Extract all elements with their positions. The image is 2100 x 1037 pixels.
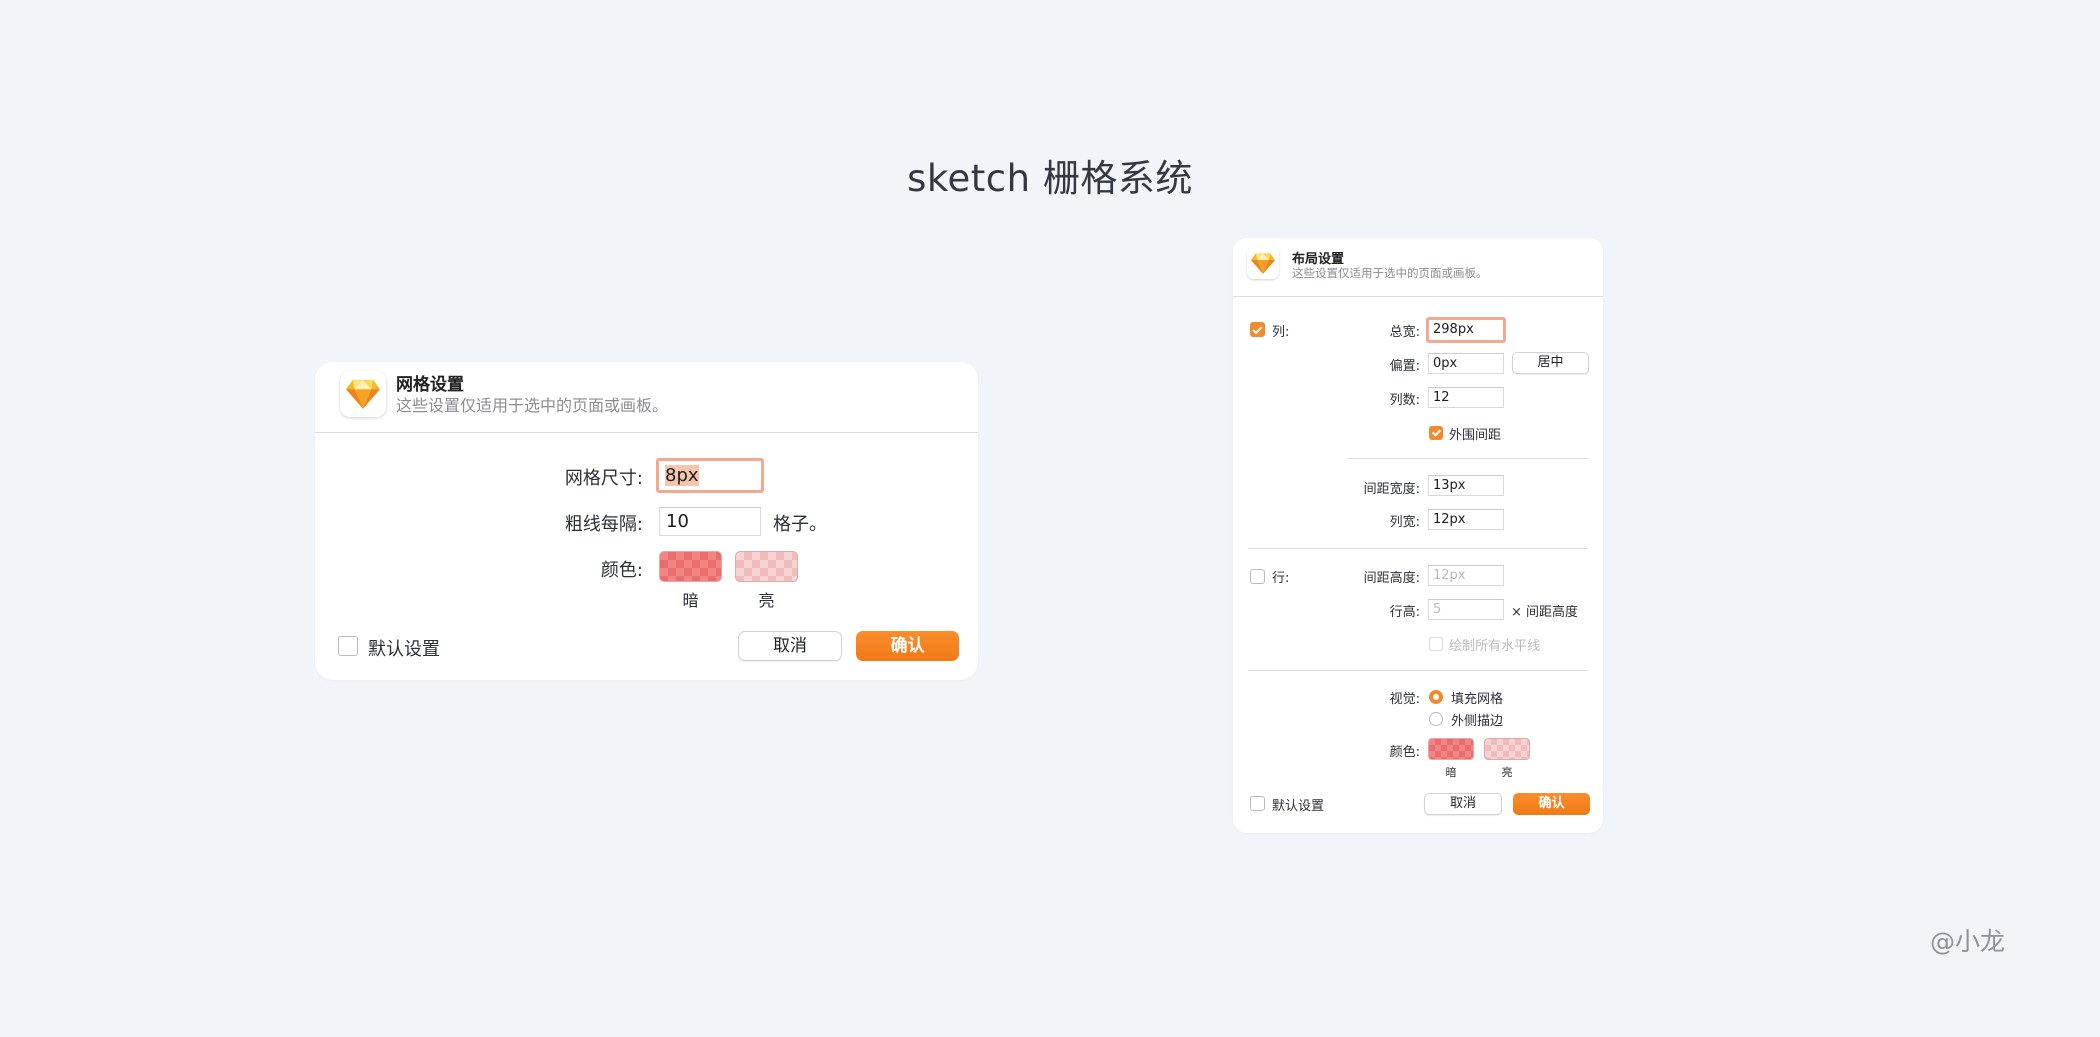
grid-size-label: 网格尺寸: xyxy=(564,468,643,489)
dark-color-caption: 暗 xyxy=(1445,766,1457,779)
draw-all-lines-checkbox[interactable] xyxy=(1429,637,1443,651)
dialog-subtitle: 这些设置仅适用于选中的页面或画板。 xyxy=(396,396,669,415)
thick-lines-suffix: 格子。 xyxy=(773,514,827,535)
default-settings-label: 默认设置 xyxy=(368,639,440,660)
row-height-label: 行高: xyxy=(1389,605,1420,620)
center-button[interactable]: 居中 xyxy=(1512,352,1589,374)
sketch-diamond-icon xyxy=(1247,247,1279,279)
light-color-swatch[interactable] xyxy=(1484,738,1530,760)
page-title: sketch 栅格系统 xyxy=(907,157,1193,200)
default-settings-label: 默认设置 xyxy=(1272,799,1325,814)
light-color-caption: 亮 xyxy=(1501,766,1513,779)
thick-lines-input[interactable]: 10 xyxy=(659,507,761,536)
section-divider xyxy=(1248,548,1588,549)
column-count-label: 列数: xyxy=(1389,393,1420,408)
dark-color-swatch[interactable] xyxy=(1428,738,1474,760)
thick-lines-label: 粗线每隔: xyxy=(564,514,643,535)
rows-label: 行: xyxy=(1272,571,1290,586)
header-divider xyxy=(1233,296,1603,297)
light-color-caption: 亮 xyxy=(758,591,775,610)
fill-grid-label: 填充网格 xyxy=(1451,692,1504,707)
outer-gutter-checkbox[interactable] xyxy=(1429,426,1443,440)
visual-label: 视觉: xyxy=(1389,692,1420,707)
outline-radio[interactable] xyxy=(1429,712,1443,726)
columns-divider xyxy=(1348,458,1588,459)
draw-all-lines-label: 绘制所有水平线 xyxy=(1449,639,1541,654)
layout-settings-dialog: 布局设置 这些设置仅适用于选中的页面或画板。 列: 总宽: 298px 偏置: … xyxy=(1233,238,1603,833)
row-height-suffix: × 间距高度 xyxy=(1511,605,1579,620)
default-settings-checkbox[interactable] xyxy=(1250,796,1265,811)
grid-color-label: 颜色: xyxy=(600,560,643,581)
row-height-input[interactable]: 5 xyxy=(1428,599,1504,620)
total-width-label: 总宽: xyxy=(1389,325,1420,340)
outer-gutter-label: 外围间距 xyxy=(1449,428,1502,443)
cancel-button[interactable]: 取消 xyxy=(738,631,842,661)
outline-label: 外侧描边 xyxy=(1451,714,1504,729)
section-divider xyxy=(1248,670,1588,671)
offset-input[interactable]: 0px xyxy=(1428,353,1504,374)
column-width-input[interactable]: 12px xyxy=(1428,509,1504,530)
column-width-label: 列宽: xyxy=(1389,515,1420,530)
column-count-input[interactable]: 12 xyxy=(1428,387,1504,408)
light-color-swatch[interactable] xyxy=(735,551,798,582)
confirm-button[interactable]: 确认 xyxy=(1513,793,1590,815)
offset-label: 偏置: xyxy=(1389,359,1420,374)
sketch-diamond-icon xyxy=(340,371,386,417)
cancel-button[interactable]: 取消 xyxy=(1424,793,1502,815)
gutter-width-input[interactable]: 13px xyxy=(1428,475,1504,496)
dark-color-caption: 暗 xyxy=(682,591,699,610)
rows-checkbox[interactable] xyxy=(1250,569,1265,584)
gutter-height-label: 间距高度: xyxy=(1363,571,1420,586)
default-settings-checkbox[interactable] xyxy=(338,636,358,656)
header-divider xyxy=(315,432,978,433)
grid-size-input[interactable]: 8px xyxy=(656,458,764,493)
layout-color-label: 颜色: xyxy=(1389,745,1420,760)
columns-checkbox[interactable] xyxy=(1250,322,1265,337)
dark-color-swatch[interactable] xyxy=(659,551,722,582)
gutter-height-input[interactable]: 12px xyxy=(1428,565,1504,586)
total-width-input[interactable]: 298px xyxy=(1426,317,1506,343)
confirm-button[interactable]: 确认 xyxy=(856,631,959,661)
watermark: @小龙 xyxy=(1930,927,2006,956)
fill-grid-radio[interactable] xyxy=(1429,690,1443,704)
dialog-subtitle: 这些设置仅适用于选中的页面或画板。 xyxy=(1292,266,1488,280)
columns-label: 列: xyxy=(1272,325,1290,340)
grid-settings-dialog: 网格设置 这些设置仅适用于选中的页面或画板。 网格尺寸: 8px 粗线每隔: 1… xyxy=(315,362,978,680)
gutter-width-label: 间距宽度: xyxy=(1363,482,1420,497)
